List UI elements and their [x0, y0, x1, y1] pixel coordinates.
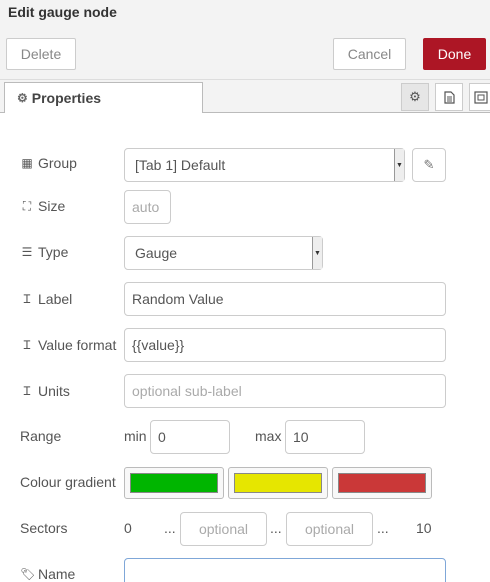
table-icon: ▦	[21, 156, 33, 170]
edit-group-button[interactable]: ✎	[412, 148, 446, 182]
range-max-label: max	[255, 428, 282, 444]
dialog-buttonbar: Delete Cancel Done	[0, 28, 490, 80]
tab-bar: ⚙ Properties ⚙	[0, 80, 490, 114]
sectors-label: Sectors	[20, 520, 68, 536]
type-select-value: Gauge	[135, 245, 178, 261]
list-icon: ☰	[21, 245, 33, 259]
gear-icon: ⚙	[17, 91, 28, 105]
size-button[interactable]: auto	[124, 190, 171, 224]
sectors-ellipsis-1: ...	[164, 520, 176, 536]
gear-icon: ⚙	[409, 89, 421, 104]
range-min-input[interactable]: 0	[150, 420, 230, 454]
sectors-end-value: 10	[416, 520, 432, 536]
sectors-ellipsis-2: ...	[270, 520, 282, 536]
colour-swatch-high	[338, 473, 426, 493]
name-input[interactable]	[124, 558, 446, 582]
colour-gradient-label: Colour gradient	[20, 474, 116, 490]
name-label: Name	[38, 566, 76, 582]
sectors-start-value: 0	[124, 520, 132, 536]
units-label: Units	[38, 382, 70, 399]
colour-swatch-low	[130, 473, 218, 493]
document-icon	[443, 90, 455, 104]
range-max-input[interactable]: 10	[285, 420, 365, 454]
sectors-ellipsis-3: ...	[377, 520, 389, 536]
tab-properties-label: Properties	[31, 90, 102, 106]
dialog-titlebar: Edit gauge node	[0, 0, 490, 28]
tag-icon: 🏷	[20, 567, 36, 581]
units-input[interactable]: optional sub-label	[124, 374, 446, 408]
units-row-label: Ɪ Units	[20, 382, 70, 399]
size-row-label: ⛶ Size	[20, 198, 65, 214]
group-row-label: ▦ Group	[20, 155, 77, 171]
group-select-value: [Tab 1] Default	[135, 157, 226, 173]
colour-gradient-row-label: Colour gradient	[20, 474, 116, 490]
value-format-label: Value format	[38, 336, 117, 353]
chevron-down-icon: ▼	[394, 149, 404, 181]
range-label: Range	[20, 428, 62, 444]
sectors-row-label: Sectors	[20, 520, 67, 536]
description-tab-button[interactable]	[435, 83, 463, 111]
group-select[interactable]: [Tab 1] Default ▼	[124, 148, 405, 182]
colour-swatch-mid	[234, 473, 322, 493]
label-input[interactable]: Random Value	[124, 282, 446, 316]
text-cursor-icon: Ɪ	[23, 338, 31, 352]
size-label: Size	[38, 198, 66, 214]
done-button[interactable]: Done	[423, 38, 486, 70]
colour-picker-mid[interactable]	[228, 467, 328, 499]
settings-tab-button[interactable]: ⚙	[401, 83, 429, 111]
pencil-icon: ✎	[423, 157, 435, 172]
sector-1-input[interactable]: optional	[180, 512, 267, 546]
text-cursor-icon: Ɪ	[23, 292, 31, 306]
colour-picker-low[interactable]	[124, 467, 224, 499]
range-row-label: Range	[20, 428, 61, 444]
resize-icon: ⛶	[22, 198, 32, 213]
tab-properties[interactable]: ⚙ Properties	[4, 82, 203, 114]
value-format-row-label: Ɪ Value format	[20, 336, 117, 353]
delete-button[interactable]: Delete	[6, 38, 76, 70]
type-select[interactable]: Gauge ▼	[124, 236, 323, 270]
sector-2-input[interactable]: optional	[286, 512, 373, 546]
label-row-label: Ɪ Label	[20, 290, 73, 307]
name-row-label: 🏷 Name	[20, 566, 75, 582]
chevron-down-icon: ▼	[312, 237, 322, 269]
frame-icon	[474, 90, 488, 104]
type-label: Type	[38, 244, 69, 260]
type-row-label: ☰ Type	[20, 244, 69, 260]
value-format-input[interactable]: {{value}}	[124, 328, 446, 362]
label-label: Label	[38, 290, 73, 307]
appearance-tab-button[interactable]	[469, 83, 490, 111]
properties-panel: ▦ Group [Tab 1] Default ▼ ✎ ⛶ Size auto …	[0, 113, 490, 582]
colour-picker-high[interactable]	[332, 467, 432, 499]
text-cursor-icon: Ɪ	[23, 384, 31, 398]
cancel-button[interactable]: Cancel	[333, 38, 406, 70]
group-label: Group	[38, 155, 77, 171]
dialog-title: Edit gauge node	[8, 4, 117, 20]
range-min-label: min	[124, 428, 147, 444]
